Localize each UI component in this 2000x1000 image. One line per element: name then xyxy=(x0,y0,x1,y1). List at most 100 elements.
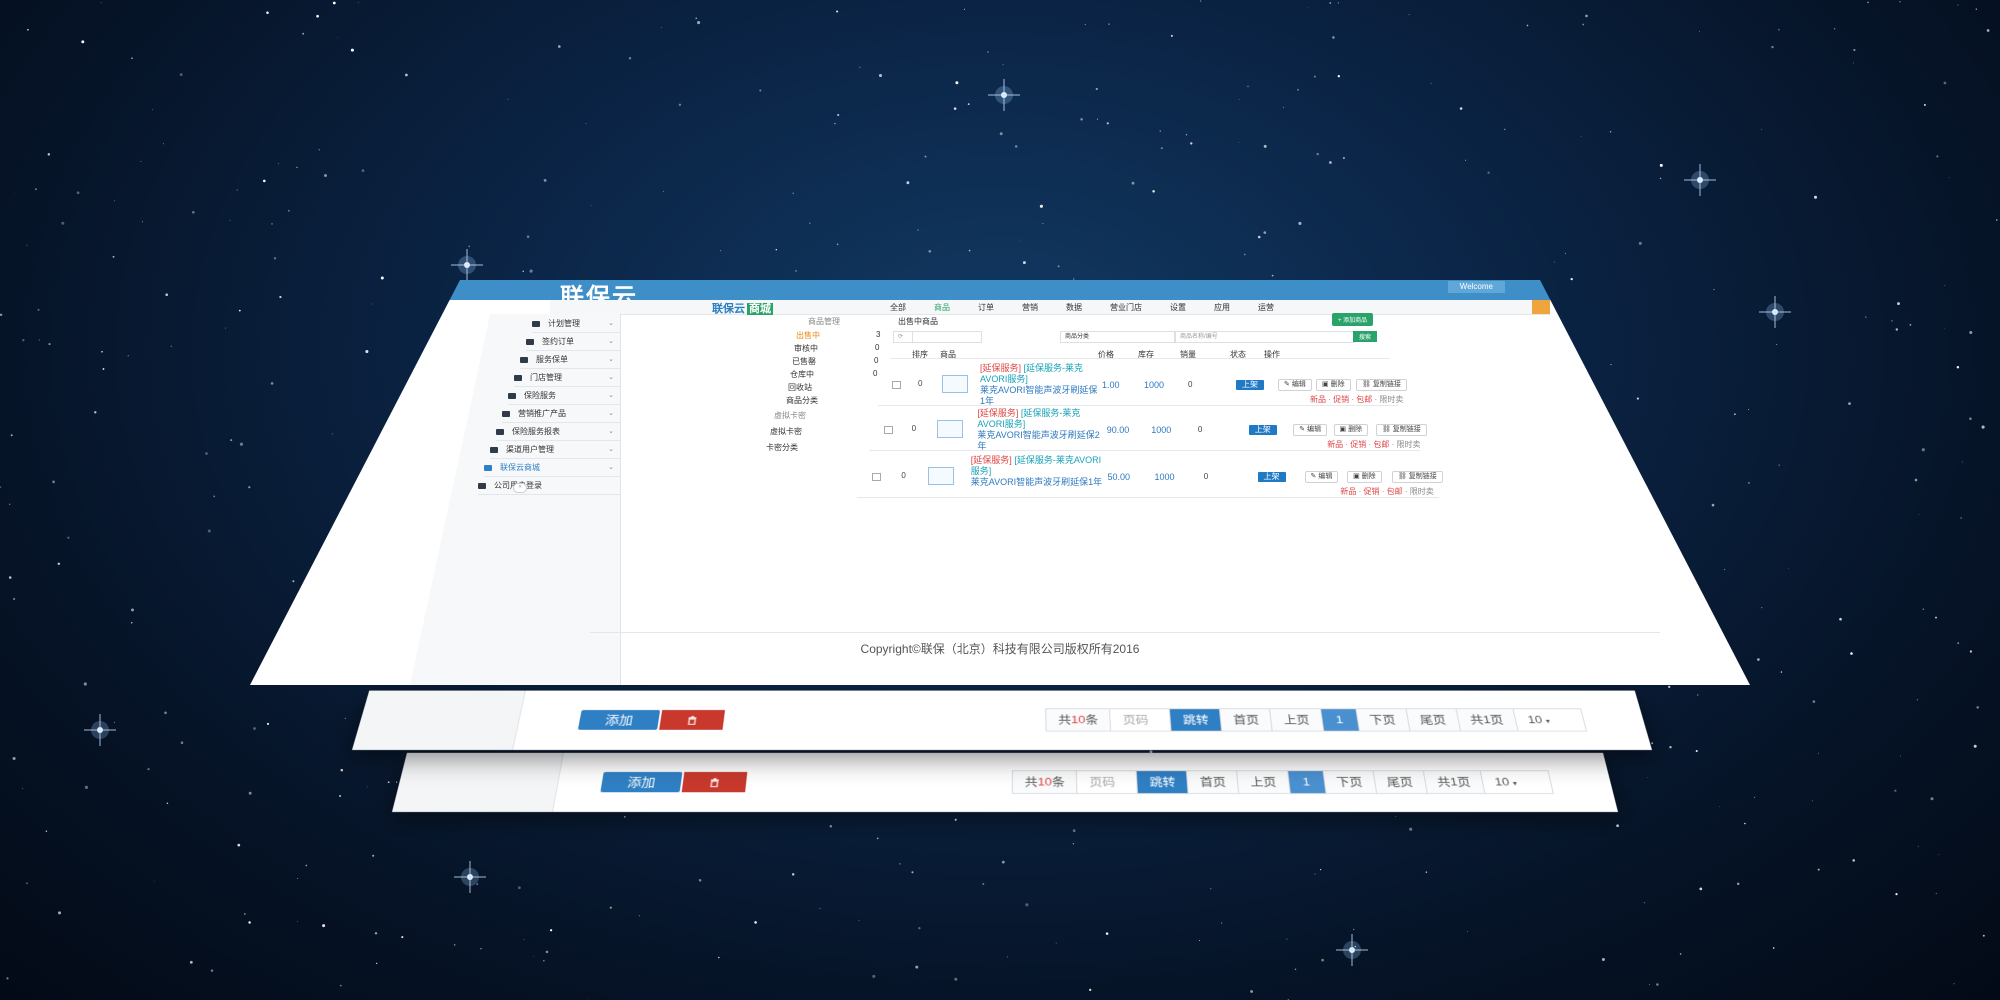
copy-link-button[interactable]: ⛓ 复制链接 xyxy=(1391,471,1443,483)
current-page[interactable]: 1 xyxy=(1287,771,1327,794)
delete-button[interactable]: ▣ 删除 xyxy=(1316,379,1351,391)
subnav-item[interactable]: 出售中 xyxy=(796,330,820,341)
sidebar-item[interactable]: 服务保单 ⌄ xyxy=(520,352,620,369)
sidebar-item[interactable]: 渠道用户管理 ⌄ xyxy=(490,442,620,459)
subnav-item[interactable]: 仓库中 xyxy=(790,369,814,380)
edit-icon: ✎ xyxy=(1284,381,1290,388)
chevron-down-icon: ⌄ xyxy=(608,428,614,435)
sidebar-item-label: 保险服务报表 xyxy=(512,427,560,436)
row-link[interactable]: 新品 xyxy=(1340,487,1356,496)
sidebar-item[interactable]: 门店管理 ⌄ xyxy=(514,370,620,387)
subnav-item[interactable]: 回收站 xyxy=(788,382,812,393)
sidebar-item[interactable]: 营销推广产品 ⌄ xyxy=(502,406,620,423)
nav-item[interactable]: 商品 xyxy=(934,302,950,313)
next-page-button[interactable]: 下页 xyxy=(1356,709,1411,731)
sidebar-item[interactable]: 签约订单 ⌄ xyxy=(526,334,620,351)
jump-button[interactable]: 跳转 xyxy=(1137,771,1190,794)
delete-button[interactable]: ▣ 删除 xyxy=(1347,471,1382,483)
filter-field[interactable] xyxy=(912,331,982,343)
last-page-button[interactable]: 尾页 xyxy=(1373,771,1428,794)
edit-button[interactable]: ✎ 编辑 xyxy=(1278,379,1312,391)
first-page-button[interactable]: 首页 xyxy=(1187,771,1240,794)
product-name[interactable]: [延保服务] [延保服务-莱克AVORI服务] 莱克AVORI智能声波牙刷延保1年 xyxy=(980,363,1098,407)
status-badge[interactable]: 上架 xyxy=(1236,380,1264,390)
nav-item[interactable]: 订单 xyxy=(978,302,994,313)
page-size-select[interactable]: 10 ▾ xyxy=(1480,771,1553,794)
copy-link-button[interactable]: ⛓ 复制链接 xyxy=(1375,424,1427,436)
chevron-down-icon: ⌄ xyxy=(608,410,614,417)
search-input[interactable]: 商品名称/编号 xyxy=(1175,331,1355,343)
sidebar-item-label: 渠道用户管理 xyxy=(506,445,554,454)
nav-item[interactable]: 营业门店 xyxy=(1110,302,1142,313)
subnav-item[interactable]: 审核中 xyxy=(794,343,818,354)
edit-button[interactable]: ✎ 编辑 xyxy=(1293,424,1328,436)
row-checkbox[interactable] xyxy=(884,426,894,434)
first-page-button[interactable]: 首页 xyxy=(1220,709,1274,731)
product-name[interactable]: [延保服务] [延保服务-莱克AVORI服务] 莱克AVORI智能声波牙刷延保1年 xyxy=(971,455,1103,488)
calendar-icon xyxy=(532,321,540,327)
subnav-item[interactable]: 已售罄 xyxy=(792,356,816,367)
row-link[interactable]: 限时卖 xyxy=(1410,487,1434,496)
add-product-button[interactable]: + 添加商品 xyxy=(1332,313,1374,326)
subnav-item[interactable]: 虚拟卡密 xyxy=(770,426,802,437)
chevron-down-icon: ⌄ xyxy=(608,374,614,381)
row-link[interactable]: 促销 xyxy=(1364,487,1380,496)
welcome-user[interactable]: Welcome xyxy=(1447,281,1505,293)
nav-item[interactable]: 应用 xyxy=(1214,302,1230,313)
product-thumbnail[interactable] xyxy=(942,375,968,393)
search-button[interactable]: 搜索 xyxy=(1353,331,1378,342)
row-action-links: 新品 · 促销 · 包邮 · 限时卖 xyxy=(1310,395,1404,404)
category-select[interactable]: 商品分类 xyxy=(1060,331,1175,343)
row-link[interactable]: 促销 xyxy=(1350,440,1366,449)
nav-item[interactable]: 全部 xyxy=(890,302,906,313)
last-page-button[interactable]: 尾页 xyxy=(1406,709,1461,731)
row-link[interactable]: 限时卖 xyxy=(1397,440,1421,449)
nav-item[interactable]: 营销 xyxy=(1022,302,1038,313)
promo-icon xyxy=(502,411,510,417)
subnav-item[interactable]: 商品分类 xyxy=(786,395,818,406)
row-link[interactable]: 限时卖 xyxy=(1379,395,1403,404)
subnav-group-title: 虚拟卡密 xyxy=(774,411,806,420)
row-checkbox[interactable] xyxy=(892,381,901,389)
sidebar-collapse-icon[interactable]: « xyxy=(513,483,527,493)
prev-page-button[interactable]: 上页 xyxy=(1237,771,1291,794)
status-badge[interactable]: 上架 xyxy=(1257,472,1286,482)
jump-button[interactable]: 跳转 xyxy=(1170,709,1223,731)
row-link[interactable]: 包邮 xyxy=(1373,440,1389,449)
sidebar-item[interactable]: 计划管理 ⌄ xyxy=(532,316,620,333)
page-size-select[interactable]: 10 ▾ xyxy=(1513,709,1586,731)
row-link[interactable]: 新品 xyxy=(1310,395,1326,404)
product-thumbnail[interactable] xyxy=(937,420,964,438)
chevron-down-icon: ⌄ xyxy=(608,320,614,327)
row-link[interactable]: 促销 xyxy=(1333,395,1349,404)
delete-button[interactable] xyxy=(681,771,748,793)
next-page-button[interactable]: 下页 xyxy=(1323,771,1377,794)
page-input[interactable]: 页码 xyxy=(1110,709,1172,731)
sidebar-item-label: 计划管理 xyxy=(548,319,580,328)
sidebar-item[interactable]: 联保云商城 ⌄ xyxy=(484,460,620,477)
subnav-item[interactable]: 卡密分类 xyxy=(766,442,798,453)
menu-icon[interactable] xyxy=(1532,300,1550,314)
row-link[interactable]: 包邮 xyxy=(1387,487,1403,496)
prev-page-button[interactable]: 上页 xyxy=(1270,709,1324,731)
sidebar-item[interactable]: 保险服务 ⌄ xyxy=(508,388,620,405)
copy-link-button[interactable]: ⛓ 复制链接 xyxy=(1356,379,1407,391)
nav-item[interactable]: 设置 xyxy=(1170,302,1186,313)
product-thumbnail[interactable] xyxy=(928,467,955,485)
status-badge[interactable]: 上架 xyxy=(1248,425,1277,435)
add-button[interactable]: 添加 xyxy=(600,771,683,793)
edit-button[interactable]: ✎ 编辑 xyxy=(1304,471,1339,483)
row-link[interactable]: 新品 xyxy=(1327,440,1343,449)
sidebar-item[interactable]: 公司用户登录 xyxy=(478,478,620,495)
delete-button[interactable] xyxy=(659,710,726,730)
product-name[interactable]: [延保服务] [延保服务-莱克AVORI服务] 莱克AVORI智能声波牙刷延保2年 xyxy=(977,408,1102,452)
current-page[interactable]: 1 xyxy=(1320,709,1360,731)
add-button[interactable]: 添加 xyxy=(577,710,661,730)
row-link[interactable]: 包邮 xyxy=(1356,395,1372,404)
page-input[interactable]: 页码 xyxy=(1077,771,1139,794)
row-checkbox[interactable] xyxy=(872,473,882,481)
sidebar-item[interactable]: 保险服务报表 ⌄ xyxy=(496,424,620,441)
nav-item[interactable]: 运营 xyxy=(1258,302,1274,313)
delete-button[interactable]: ▣ 删除 xyxy=(1333,424,1369,436)
nav-item[interactable]: 数据 xyxy=(1066,302,1082,313)
